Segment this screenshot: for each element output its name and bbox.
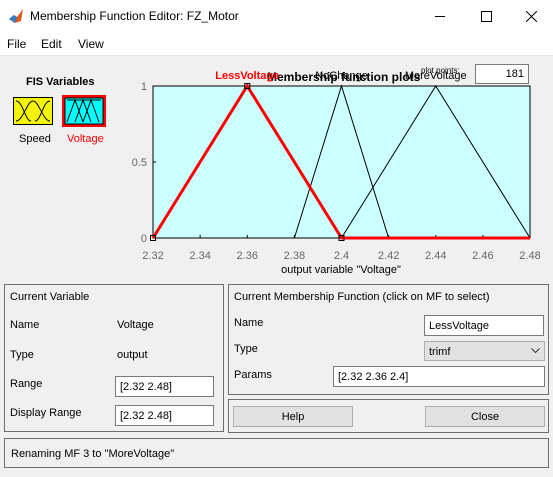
y-tick-label: 1 [141, 81, 147, 93]
y-tick-label: 0.5 [132, 157, 147, 169]
current-variable-title: Current Variable [10, 291, 90, 303]
cv-display-range-input[interactable]: [2.32 2.48] [115, 405, 214, 426]
cv-name-label: Name [10, 319, 40, 331]
x-tick-label: 2.46 [472, 250, 493, 262]
status-bar: Renaming MF 3 to "MoreVoltage" [4, 438, 549, 468]
cv-name-value: Voltage [117, 319, 154, 331]
mf-type-label: Type [234, 343, 258, 355]
x-tick-label: 2.4 [334, 250, 349, 262]
x-tick-label: 2.36 [237, 250, 258, 262]
mf-params-input[interactable]: [2.32 2.36 2.4] [333, 366, 545, 387]
mf-name-label: Name [234, 317, 264, 329]
mf-label-morevoltage[interactable]: MoreVoltage [405, 70, 467, 82]
status-text: Renaming MF 3 to "MoreVoltage" [11, 448, 175, 460]
x-tick-label: 2.44 [425, 250, 446, 262]
x-tick-label: 2.48 [519, 250, 540, 262]
mf-params-label: Params [234, 369, 272, 381]
y-tick-label: 0 [141, 233, 147, 245]
x-tick-label: 2.38 [284, 250, 305, 262]
cv-type-label: Type [10, 349, 34, 361]
mf-label-lessvoltage[interactable]: LessVoltage [215, 70, 279, 82]
help-button[interactable]: Help [233, 406, 353, 427]
cv-display-range-label: Display Range [10, 407, 82, 419]
mf-type-value: trimf [429, 346, 451, 358]
current-mf-title: Current Membership Function (click on MF… [234, 291, 490, 303]
membership-plot[interactable]: 2.32 2.34 2.36 2.38 2.4 2.42 2.44 2.46 2.48 0 0.5… [0, 0, 553, 290]
plot-area[interactable] [152, 85, 531, 239]
x-tick-label: 2.32 [142, 250, 163, 262]
cv-range-input[interactable]: [2.32 2.48] [115, 376, 214, 397]
close-button[interactable]: Close [425, 406, 545, 427]
mf-type-select[interactable]: trimf [424, 341, 545, 361]
cv-range-label: Range [10, 378, 43, 390]
chevron-down-icon [527, 342, 544, 360]
x-tick-label: 2.42 [378, 250, 399, 262]
mf-label-nochange[interactable]: NoChange [315, 70, 368, 82]
cv-type-value: output [117, 349, 148, 361]
x-tick-label: 2.34 [189, 250, 210, 262]
mf-name-input[interactable]: LessVoltage [424, 315, 544, 336]
x-axis-label: output variable "Voltage" [281, 264, 401, 276]
